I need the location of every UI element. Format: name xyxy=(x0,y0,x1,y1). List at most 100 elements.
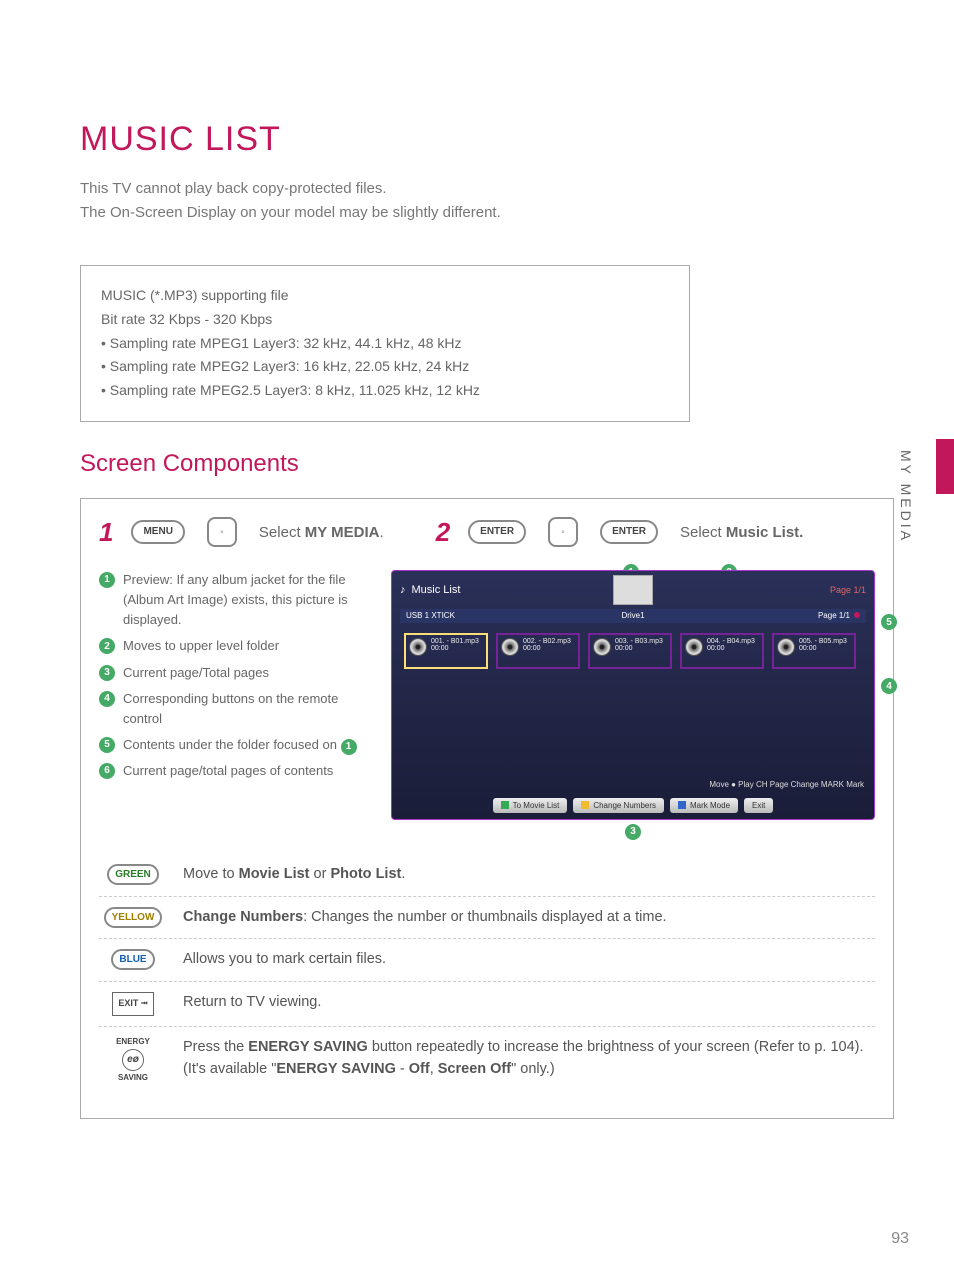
legend-text: Current page/total pages of contents xyxy=(123,761,333,781)
menu-button[interactable]: MENU xyxy=(131,520,184,544)
to-movie-list-button[interactable]: To Movie List xyxy=(493,798,568,813)
t: Mark Mode xyxy=(690,801,730,810)
t: 00:00 xyxy=(799,645,817,652)
mark-mode-button[interactable]: Mark Mode xyxy=(670,798,738,813)
step-number-1: 1 xyxy=(99,517,113,548)
color-square-icon xyxy=(501,801,509,809)
callout-4: 4 xyxy=(99,691,115,707)
t: Photo List xyxy=(330,866,401,882)
step2-text: Select Music List. xyxy=(680,524,803,541)
disc-icon xyxy=(409,638,427,656)
t: or xyxy=(310,866,331,882)
green-description: Move to Movie List or Photo List. xyxy=(183,864,871,886)
callout-anchor-3: 3 xyxy=(625,821,641,840)
disc-icon xyxy=(685,638,703,656)
t: 002. - B02.mp3 xyxy=(523,638,571,645)
t: Press the xyxy=(183,1039,248,1055)
nav-arrows-icon[interactable]: ◦ xyxy=(207,517,237,547)
mock-button-bar: To Movie List Change Numbers Mark Mode E… xyxy=(392,798,874,813)
t: 00:00 xyxy=(523,645,541,652)
yellow-description: Change Numbers: Changes the number or th… xyxy=(183,907,871,929)
t: button repeatedly to increase the bright… xyxy=(368,1039,864,1055)
blue-remote-button[interactable]: BLUE xyxy=(111,949,154,970)
t: Contents under the folder focused on xyxy=(123,737,341,752)
t: . xyxy=(380,524,384,541)
change-numbers-button[interactable]: Change Numbers xyxy=(573,798,664,813)
t: 005. - B05.mp3 xyxy=(799,638,847,645)
mock-screen: ♪Music List Page 1/1 USB 1 XTICK Drive1 … xyxy=(391,570,875,820)
music-thumb[interactable]: 005. - B05.mp300:00 xyxy=(772,633,856,669)
hint-bar: Move ● Play CH Page Change MARK Mark xyxy=(392,780,874,789)
page-number: 93 xyxy=(891,1230,909,1248)
t: Select xyxy=(680,524,726,541)
callout-3: 3 xyxy=(99,665,115,681)
energy-icon: eø xyxy=(122,1049,144,1071)
thumbnail-grid: 001. - B01.mp300:00 002. - B02.mp300:00 … xyxy=(400,633,866,669)
callout-2: 2 xyxy=(99,638,115,654)
exit-button[interactable]: Exit xyxy=(744,798,773,813)
t: 00:00 xyxy=(615,645,633,652)
music-note-icon: ♪ xyxy=(400,584,406,596)
t: 001. - B01.mp3 xyxy=(431,638,479,645)
yellow-remote-button[interactable]: YELLOW xyxy=(104,907,163,928)
support-line: MUSIC (*.MP3) supporting file xyxy=(101,284,669,308)
screen-mockup: 1 2 5 4 3 ♪Music List Page 1/1 USB 1 XTI… xyxy=(391,570,875,820)
t: Off xyxy=(409,1061,430,1077)
energy-saving-remote-button[interactable]: ENERGY eø SAVING xyxy=(116,1037,150,1082)
music-thumb[interactable]: 002. - B02.mp300:00 xyxy=(496,633,580,669)
t: MY MEDIA xyxy=(305,524,380,541)
color-square-icon xyxy=(678,801,686,809)
nav-arrows-icon[interactable]: ◦ xyxy=(548,517,578,547)
exit-description: Return to TV viewing. xyxy=(183,992,871,1014)
step-number-2: 2 xyxy=(436,517,450,548)
step1-text: Select MY MEDIA. xyxy=(259,524,384,541)
folder-icon xyxy=(613,575,653,605)
t: 003. - B03.mp3 xyxy=(615,638,663,645)
t: Change Numbers xyxy=(183,909,303,925)
exit-remote-button[interactable]: EXIT ⭲ xyxy=(112,992,153,1016)
support-line: • Sampling rate MPEG2 Layer3: 16 kHz, 22… xyxy=(101,355,669,379)
legend-text: Corresponding buttons on the remote cont… xyxy=(123,689,379,729)
green-remote-button[interactable]: GREEN xyxy=(107,864,159,885)
t: Select xyxy=(259,524,305,541)
music-thumb[interactable]: 003. - B03.mp300:00 xyxy=(588,633,672,669)
t: Screen Off xyxy=(438,1061,511,1077)
t: ENERGY SAVING xyxy=(276,1061,396,1077)
steps-row: 1 MENU ◦ Select MY MEDIA. 2 ENTER ◦ ENTE… xyxy=(99,517,875,548)
page-dot-icon xyxy=(854,612,860,618)
color-square-icon xyxy=(581,801,589,809)
callout-5: 5 xyxy=(99,737,115,753)
disc-icon xyxy=(593,638,611,656)
intro-line-1: This TV cannot play back copy-protected … xyxy=(80,177,894,201)
t: 00:00 xyxy=(707,645,725,652)
legend-list: 1 Preview: If any album jacket for the fi… xyxy=(99,570,379,820)
usb-label: USB 1 XTICK xyxy=(406,611,455,620)
enter-button[interactable]: ENTER xyxy=(468,520,526,544)
legend-text: Current page/Total pages xyxy=(123,663,269,683)
t: Movie List xyxy=(239,866,310,882)
t: To Movie List xyxy=(513,801,560,810)
t: EXIT xyxy=(118,998,138,1008)
side-accent-tab xyxy=(936,439,954,494)
remote-controls-table: GREEN Move to Movie List or Photo List. … xyxy=(99,854,875,1092)
t: Exit xyxy=(752,801,765,810)
side-section-label: MY MEDIA xyxy=(898,450,914,543)
t: (It's available " xyxy=(183,1061,276,1077)
legend-text: Preview: If any album jacket for the fil… xyxy=(123,570,379,630)
blue-description: Allows you to mark certain files. xyxy=(183,949,871,971)
callout-1: 1 xyxy=(99,572,115,588)
disc-icon xyxy=(501,638,519,656)
callout-6: 6 xyxy=(99,763,115,779)
callout-ref-1: 1 xyxy=(341,739,357,755)
support-line: Bit rate 32 Kbps - 320 Kbps xyxy=(101,308,669,332)
support-line: • Sampling rate MPEG2.5 Layer3: 8 kHz, 1… xyxy=(101,379,669,403)
music-thumb[interactable]: 001. - B01.mp300:00 xyxy=(404,633,488,669)
page-title: MUSIC LIST xyxy=(80,120,894,159)
enter-button[interactable]: ENTER xyxy=(600,520,658,544)
music-thumb[interactable]: 004. - B04.mp300:00 xyxy=(680,633,764,669)
screen-components-frame: 1 MENU ◦ Select MY MEDIA. 2 ENTER ◦ ENTE… xyxy=(80,498,894,1119)
t: - xyxy=(396,1061,409,1077)
page-indicator-side: Page 1/1 xyxy=(818,611,850,620)
t: , xyxy=(430,1061,438,1077)
supported-format-box: MUSIC (*.MP3) supporting file Bit rate 3… xyxy=(80,265,690,422)
